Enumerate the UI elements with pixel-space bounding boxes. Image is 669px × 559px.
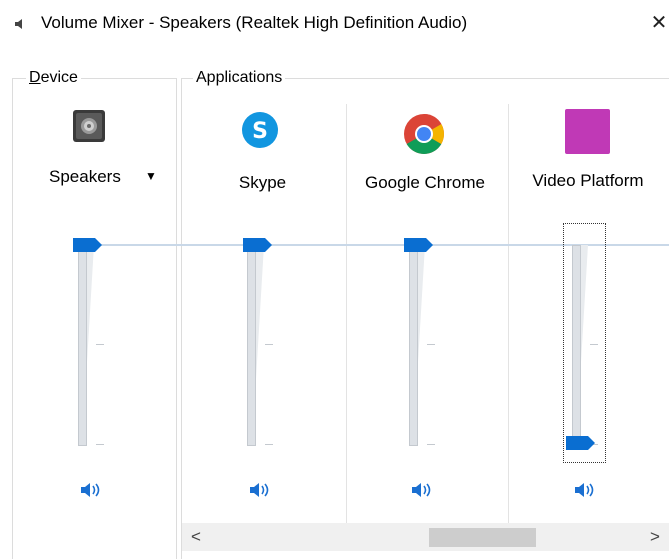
- chrome-mute-button[interactable]: [411, 481, 437, 499]
- video-platform-icon: [565, 109, 610, 154]
- speaker-volume-icon: [412, 483, 431, 497]
- slider-tick: [590, 344, 598, 345]
- app-name-skype: Skype: [238, 173, 287, 192]
- chevron-left-icon: <: [191, 527, 201, 546]
- skype-mute-button[interactable]: [249, 481, 275, 499]
- skype-volume-track[interactable]: [247, 245, 256, 446]
- device-name: Speakers: [49, 167, 121, 186]
- speaker-volume-icon: [250, 483, 269, 497]
- chevron-right-icon: >: [650, 527, 660, 546]
- slider-tick: [96, 344, 104, 345]
- close-button[interactable]: ✕: [647, 8, 669, 38]
- slider-tick: [427, 444, 435, 445]
- device-group-label: Device: [26, 69, 81, 87]
- scroll-thumb[interactable]: [429, 528, 536, 547]
- speaker-volume-icon: [81, 483, 100, 497]
- svg-text:S: S: [252, 119, 268, 144]
- applications-group-label: Applications: [193, 69, 286, 87]
- chrome-volume-track[interactable]: [409, 245, 418, 446]
- scroll-left-button[interactable]: <: [182, 523, 210, 551]
- app-name-video-platform: Video Platform: [532, 171, 644, 190]
- video-platform-volume-thumb[interactable]: [566, 436, 596, 450]
- speaker-icon: [15, 19, 22, 29]
- chevron-down-icon: ▼: [145, 169, 157, 183]
- device-accelerator: D: [29, 69, 41, 86]
- app-name-chrome: Google Chrome: [364, 173, 485, 192]
- skype-volume-thumb[interactable]: [243, 238, 273, 252]
- skype-icon: S: [240, 110, 280, 150]
- close-icon: ✕: [650, 12, 668, 34]
- device-volume-track[interactable]: [78, 245, 87, 446]
- slider-tick: [427, 344, 435, 345]
- column-divider: [346, 104, 347, 524]
- window-title: Volume Mixer - Speakers (Realtek High De…: [41, 13, 468, 32]
- device-label-rest: evice: [40, 69, 78, 86]
- video-platform-volume-track[interactable]: [572, 245, 581, 446]
- speaker-volume-icon: [575, 483, 594, 497]
- slider-tick: [96, 444, 104, 445]
- chrome-volume-thumb[interactable]: [404, 238, 434, 252]
- scroll-right-button[interactable]: >: [641, 523, 669, 551]
- slider-tick: [265, 344, 273, 345]
- device-volume-thumb[interactable]: [73, 238, 103, 252]
- device-mute-button[interactable]: [80, 481, 106, 499]
- speaker-device-icon: [71, 108, 111, 148]
- slider-tick: [265, 444, 273, 445]
- video-platform-mute-button[interactable]: [574, 481, 600, 499]
- horizontal-scrollbar[interactable]: < >: [182, 523, 669, 551]
- title-bar: Volume Mixer - Speakers (Realtek High De…: [0, 0, 669, 48]
- column-divider: [508, 104, 509, 524]
- chrome-icon: [403, 113, 444, 154]
